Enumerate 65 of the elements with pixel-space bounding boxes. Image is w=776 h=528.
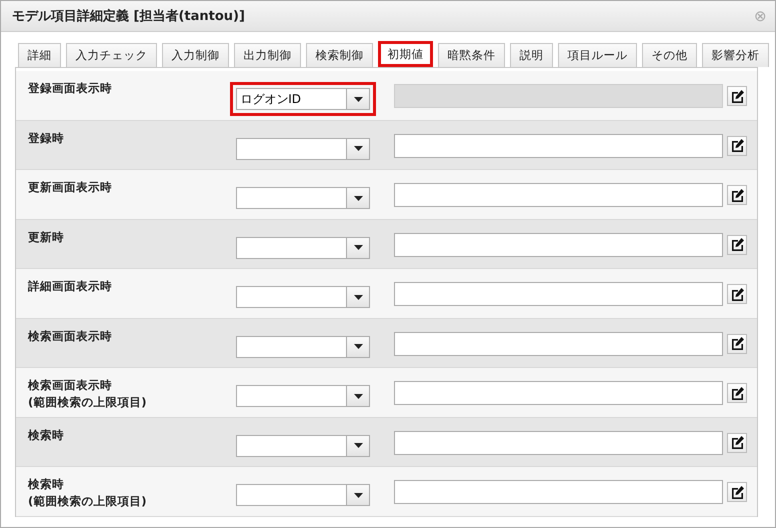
tab[interactable]: 出力制御	[234, 43, 301, 67]
dropdown-arrow-icon	[354, 443, 363, 448]
input-field[interactable]	[394, 430, 724, 454]
tab[interactable]: 影響分析	[702, 43, 769, 67]
dropdown-arrow-icon	[354, 96, 363, 102]
dropdown[interactable]	[236, 286, 370, 308]
input-field[interactable]	[394, 381, 724, 405]
field-label: 更新時	[28, 228, 65, 246]
edit-icon	[730, 436, 744, 449]
tab[interactable]: 項目ルール	[558, 43, 637, 67]
tab[interactable]: 検索制御	[306, 43, 373, 67]
edit-icon	[730, 288, 744, 300]
window-title: モデル項目詳細定義 [担当者(tantou)]	[12, 8, 245, 25]
dropdown[interactable]	[236, 434, 370, 456]
edit-icon	[730, 386, 744, 400]
edit-icon	[730, 188, 744, 202]
dropdown-arrow-icon	[354, 245, 363, 250]
dropdown[interactable]	[236, 236, 370, 258]
dropdown[interactable]	[236, 138, 370, 160]
input-field[interactable]	[394, 480, 724, 504]
tab[interactable]: 暗黙条件	[438, 43, 505, 67]
edit-icon	[730, 337, 744, 350]
field-label: 登録画面表示時	[28, 80, 113, 97]
edit-button[interactable]	[727, 185, 747, 205]
edit-icon	[730, 90, 744, 102]
dropdown-arrow-icon	[354, 394, 363, 398]
edit-icon	[730, 139, 744, 152]
field-label: 検索画面表示時	[28, 328, 113, 344]
dropdown[interactable]	[236, 187, 370, 209]
edit-button[interactable]	[727, 234, 747, 254]
dropdown-arrow-icon	[354, 294, 363, 300]
field-label: 詳細画面表示時	[28, 278, 113, 295]
dropdown[interactable]	[236, 336, 370, 358]
dropdown[interactable]: ログオンID	[236, 88, 370, 110]
edit-button[interactable]	[727, 383, 747, 403]
field-label: 登録時	[28, 130, 65, 146]
dropdown-arrow-icon	[354, 146, 363, 151]
dropdown[interactable]	[236, 385, 370, 407]
field-label: 検索画面表示時 (範囲検索の上限項目)	[28, 377, 148, 411]
dropdown-arrow-icon	[354, 344, 363, 349]
edit-button[interactable]	[727, 334, 747, 354]
edit-icon	[730, 486, 744, 498]
edit-button[interactable]	[727, 482, 747, 502]
tab[interactable]: 入力制御	[162, 43, 229, 67]
field-label: 検索時	[28, 426, 65, 444]
dropdown-arrow-icon	[354, 492, 363, 498]
edit-button[interactable]	[727, 432, 747, 452]
dropdown[interactable]	[236, 484, 370, 506]
edit-button[interactable]	[727, 86, 747, 106]
edit-button[interactable]	[727, 284, 747, 304]
input-field[interactable]	[394, 282, 724, 306]
field-label: 検索時 (範囲検索の上限項目)	[28, 476, 148, 510]
edit-button[interactable]	[727, 136, 747, 156]
tab[interactable]: 詳細	[18, 43, 61, 67]
tab[interactable]: 入力チェック	[66, 43, 157, 67]
input-field[interactable]	[394, 183, 724, 207]
input-field[interactable]	[394, 232, 724, 256]
edit-icon	[730, 238, 744, 251]
tab[interactable]: 初期値	[378, 41, 433, 67]
input-field[interactable]	[394, 134, 724, 158]
tab[interactable]: 説明	[510, 43, 553, 67]
tab[interactable]: その他	[642, 43, 697, 67]
field-label: 更新画面表示時	[28, 179, 113, 196]
dropdown-arrow-icon	[354, 196, 363, 200]
input-field[interactable]	[394, 332, 724, 356]
